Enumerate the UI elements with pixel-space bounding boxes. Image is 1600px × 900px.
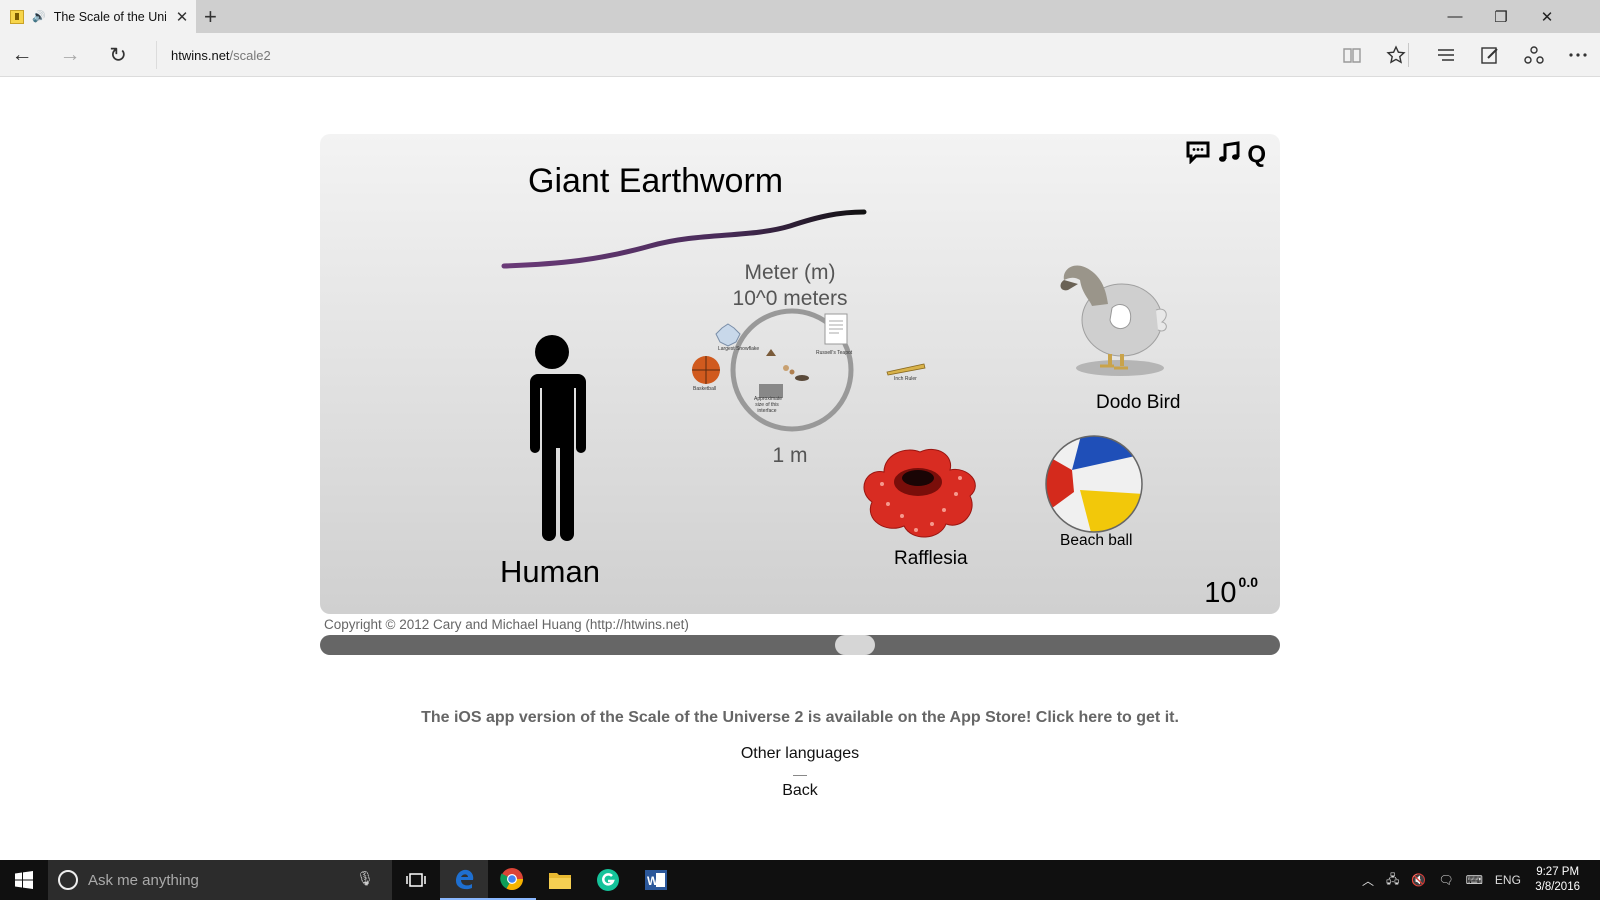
- network-icon[interactable]: 🖧: [1386, 870, 1399, 891]
- speech-bubble-icon[interactable]: [1185, 140, 1211, 169]
- microphone-icon[interactable]: 🎙: [356, 870, 374, 887]
- beach-ball-label: Beach ball: [1060, 532, 1133, 549]
- file-explorer-icon[interactable]: [536, 860, 584, 900]
- quality-q-icon[interactable]: Q: [1247, 141, 1266, 169]
- action-center-icon[interactable]: 🗨: [1438, 873, 1453, 887]
- dodo-label: Dodo Bird: [1096, 392, 1181, 413]
- restore-button[interactable]: ❐: [1478, 0, 1524, 33]
- minimize-button[interactable]: —: [1432, 0, 1478, 33]
- earthworm-label: Giant Earthworm: [528, 162, 784, 200]
- favorite-star-icon[interactable]: [1374, 33, 1418, 77]
- zoom-slider-handle[interactable]: [835, 635, 875, 655]
- task-view-icon[interactable]: [392, 860, 440, 900]
- ring-size-label: 1 m: [772, 444, 808, 467]
- clock-date: 3/8/2016: [1535, 881, 1580, 893]
- tab-title: The Scale of the Uni: [53, 9, 166, 24]
- edge-icon[interactable]: [440, 860, 488, 900]
- url-host: htwins.net: [171, 47, 230, 63]
- forward-arrow-icon[interactable]: →: [48, 33, 92, 77]
- human-silhouette[interactable]: [512, 334, 592, 544]
- more-icon[interactable]: [1556, 33, 1600, 77]
- language-indicator[interactable]: ENG: [1495, 873, 1521, 887]
- web-note-icon[interactable]: [1468, 33, 1512, 77]
- viewer-controls: Q: [1185, 140, 1266, 169]
- cortana-search-box[interactable]: Ask me anything 🎙: [48, 860, 392, 900]
- exponent-value: 0.0: [1238, 574, 1258, 591]
- basketball-icon[interactable]: [690, 354, 722, 386]
- share-icon[interactable]: [1512, 33, 1556, 77]
- rafflesia-illustration[interactable]: [858, 444, 984, 542]
- exponent-base: 10: [1204, 577, 1237, 609]
- close-window-button[interactable]: ✕: [1524, 0, 1570, 33]
- approx-size-label: Approximate size of this interface: [754, 396, 783, 414]
- unit-heading: Meter (m) 10^0 meters: [710, 260, 870, 312]
- ruler-label: Inch Ruler: [894, 376, 917, 382]
- back-link[interactable]: Back: [0, 782, 1600, 800]
- keyboard-icon[interactable]: ⌨: [1466, 873, 1483, 887]
- chrome-icon[interactable]: [488, 860, 536, 900]
- site-favicon-icon: [10, 9, 24, 24]
- power-of-ten-readout: 10 0.0: [1204, 574, 1258, 610]
- snowflake-label: Largest Snowflake: [718, 346, 760, 352]
- clock[interactable]: 9:27 PM 3/8/2016: [1535, 865, 1580, 895]
- audio-playing-icon[interactable]: 🔊: [32, 10, 46, 23]
- svg-text:W: W: [647, 874, 659, 888]
- basketball-label: Basketball: [693, 386, 717, 392]
- rafflesia-label: Rafflesia: [894, 548, 968, 569]
- tray-overflow-icon[interactable]: ︿: [1362, 872, 1374, 889]
- dodo-bird-illustration[interactable]: [1056, 250, 1176, 382]
- new-tab-button[interactable]: +: [204, 4, 217, 30]
- divider: [793, 775, 807, 776]
- system-tray: ︿ 🖧 🔇 🗨 ⌨ ENG: [1362, 860, 1521, 900]
- beach-ball-illustration[interactable]: [1044, 434, 1144, 534]
- copyright-text: Copyright © 2012 Cary and Michael Huang …: [324, 617, 689, 632]
- music-note-icon[interactable]: [1217, 140, 1241, 169]
- reading-view-icon[interactable]: [1330, 33, 1374, 77]
- other-languages-link[interactable]: Other languages: [0, 745, 1600, 763]
- refresh-icon[interactable]: ↻: [96, 33, 140, 77]
- windows-start-icon[interactable]: [0, 860, 48, 900]
- clock-time: 9:27 PM: [1536, 866, 1580, 878]
- inch-ruler-icon[interactable]: [886, 362, 926, 376]
- grammarly-icon[interactable]: [584, 860, 632, 900]
- windows-taskbar: Ask me anything 🎙 W ︿ 🖧 🔇 🗨 ⌨ ENG 9:27 P…: [0, 860, 1600, 900]
- volume-muted-icon[interactable]: 🔇: [1411, 873, 1426, 887]
- app-store-promo-link[interactable]: The iOS app version of the Scale of the …: [0, 709, 1600, 727]
- tab-strip: 🔊 The Scale of the Uni ✕ + — ❐ ✕: [0, 0, 1600, 33]
- snowflake-icon[interactable]: [714, 322, 742, 348]
- navigation-bar: ← → ↻ htwins.net/scale2: [0, 33, 1600, 77]
- search-placeholder: Ask me anything: [88, 871, 199, 889]
- teapot-document-icon[interactable]: [822, 312, 850, 348]
- url-path: /scale2: [229, 47, 271, 63]
- hub-icon[interactable]: [1424, 33, 1468, 77]
- zoom-slider[interactable]: [320, 635, 1280, 655]
- back-arrow-icon[interactable]: ←: [0, 33, 44, 77]
- tab-close-icon[interactable]: ✕: [176, 8, 189, 26]
- unit-name: Meter (m): [744, 261, 836, 284]
- teapot-label: Russell's Teapot: [816, 350, 853, 356]
- human-label: Human: [500, 554, 600, 589]
- word-icon[interactable]: W: [632, 860, 680, 900]
- cortana-icon: [58, 870, 78, 890]
- tab-active[interactable]: 🔊 The Scale of the Uni ✕: [0, 0, 196, 33]
- scale-viewer[interactable]: Q Giant Earthworm Meter (m) 10^0 meters …: [320, 134, 1280, 614]
- address-bar[interactable]: htwins.net/scale2: [156, 41, 1306, 69]
